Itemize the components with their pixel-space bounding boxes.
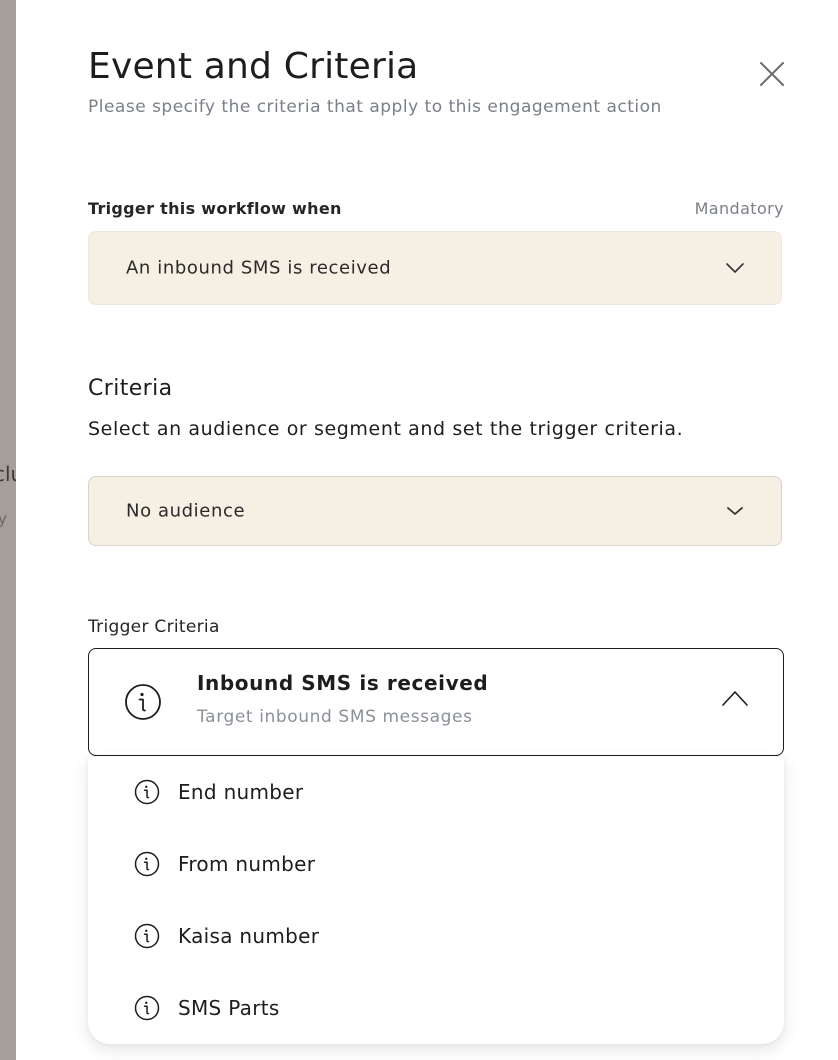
page-title: Event and Criteria <box>88 46 419 87</box>
trigger-criteria-select[interactable]: Inbound SMS is received Target inbound S… <box>88 648 784 756</box>
background-overlay[interactable]: clu y <box>0 0 16 1060</box>
info-icon <box>134 995 160 1021</box>
dropdown-option-label: Kaisa number <box>178 924 320 948</box>
dropdown-option-from-number[interactable]: From number <box>88 836 784 892</box>
close-icon <box>760 62 784 86</box>
chevron-down-icon <box>726 263 744 273</box>
background-text: y <box>0 510 7 528</box>
trigger-label: Trigger this workflow when <box>88 199 342 218</box>
info-icon <box>125 684 161 720</box>
trigger-criteria-label: Trigger Criteria <box>88 617 220 637</box>
close-button[interactable] <box>756 58 788 90</box>
dropdown-option-label: SMS Parts <box>178 996 280 1020</box>
chevron-up-icon <box>722 691 748 706</box>
info-icon <box>134 779 160 805</box>
event-criteria-panel: Event and Criteria Please specify the cr… <box>16 0 838 1060</box>
info-icon <box>134 923 160 949</box>
page-subtitle: Please specify the criteria that apply t… <box>88 97 662 117</box>
dropdown-option-end-number[interactable]: End number <box>88 764 784 820</box>
background-text: clu <box>0 462 16 486</box>
chevron-down-icon <box>727 507 743 515</box>
criteria-description: Select an audience or segment and set th… <box>88 418 684 440</box>
dropdown-option-label: End number <box>178 780 304 804</box>
trigger-criteria-title: Inbound SMS is received <box>197 671 489 695</box>
dropdown-option-label: From number <box>178 852 316 876</box>
trigger-event-select[interactable]: An inbound SMS is received <box>88 231 782 305</box>
dropdown-option-sms-parts[interactable]: SMS Parts <box>88 980 784 1036</box>
trigger-event-value: An inbound SMS is received <box>126 257 392 279</box>
trigger-criteria-dropdown: End number From number Kaisa number SMS … <box>88 756 784 1044</box>
audience-value: No audience <box>126 500 246 522</box>
mandatory-label: Mandatory <box>694 199 784 218</box>
audience-select[interactable]: No audience <box>88 476 782 546</box>
info-icon <box>134 851 160 877</box>
trigger-criteria-subtitle: Target inbound SMS messages <box>197 707 473 727</box>
dropdown-option-kaisa-number[interactable]: Kaisa number <box>88 908 784 964</box>
criteria-heading: Criteria <box>88 376 173 401</box>
